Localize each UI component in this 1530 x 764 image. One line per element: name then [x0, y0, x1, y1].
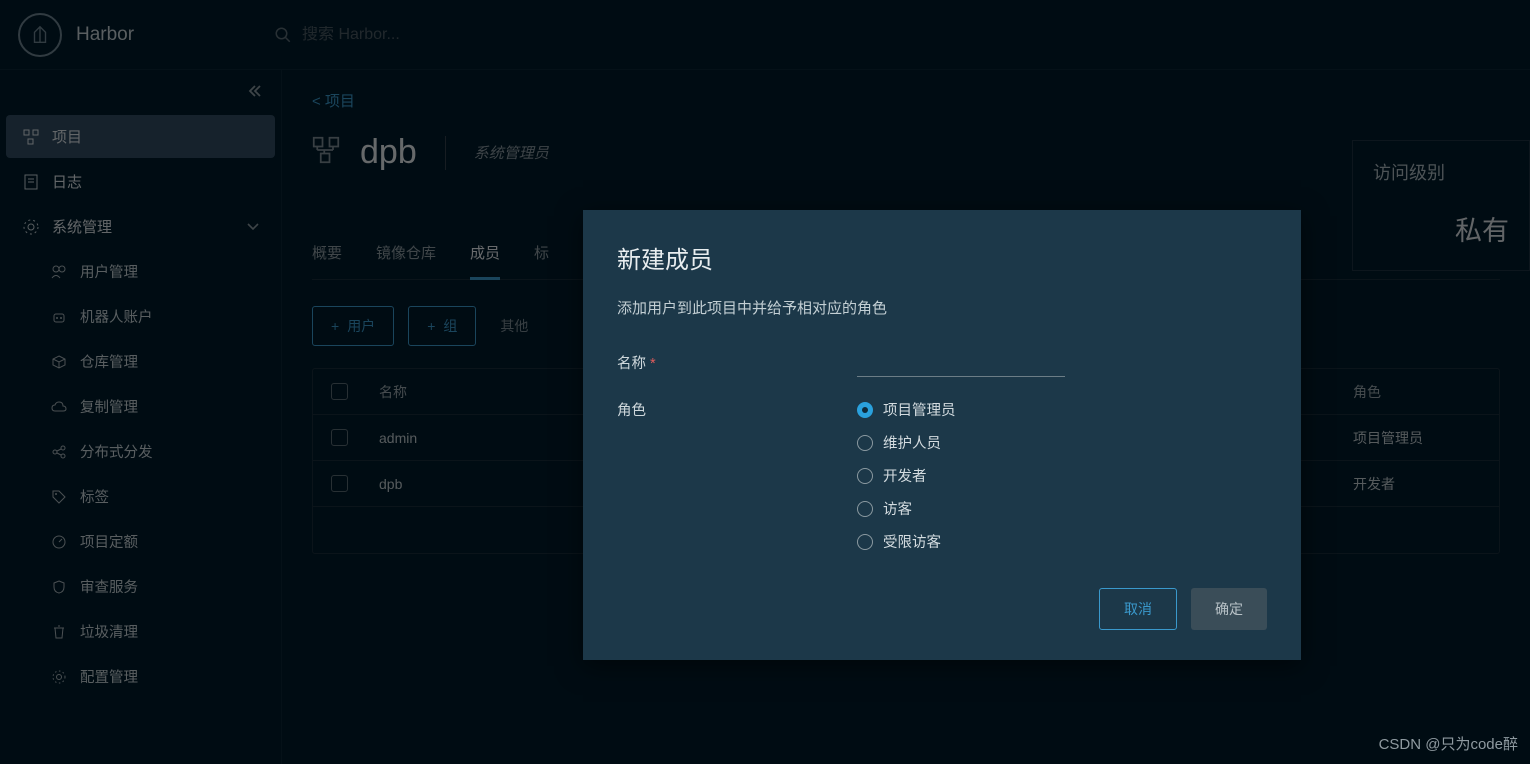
role-option-guest[interactable]: 访客 [857, 498, 1267, 519]
radio-icon [857, 402, 873, 418]
radio-icon [857, 468, 873, 484]
role-option-admin[interactable]: 项目管理员 [857, 399, 1267, 420]
role-field-label: 角色 [617, 399, 857, 552]
new-member-modal: 新建成员 添加用户到此项目中并给予相对应的角色 名称* 角色 项目管理员 维护人… [583, 210, 1301, 660]
modal-title: 新建成员 [617, 240, 1267, 275]
radio-icon [857, 435, 873, 451]
role-option-label: 项目管理员 [883, 399, 956, 420]
role-option-label: 维护人员 [883, 432, 941, 453]
radio-icon [857, 534, 873, 550]
role-option-label: 受限访客 [883, 531, 941, 552]
member-name-input[interactable] [857, 352, 1065, 377]
radio-icon [857, 501, 873, 517]
role-option-label: 开发者 [883, 465, 927, 486]
name-field-label: 名称* [617, 352, 857, 377]
modal-description: 添加用户到此项目中并给予相对应的角色 [617, 297, 1267, 318]
role-option-developer[interactable]: 开发者 [857, 465, 1267, 486]
cancel-button[interactable]: 取消 [1099, 588, 1177, 630]
confirm-button[interactable]: 确定 [1191, 588, 1267, 630]
watermark: CSDN @只为code醉 [1379, 733, 1518, 754]
role-option-label: 访客 [883, 498, 912, 519]
role-option-maintainer[interactable]: 维护人员 [857, 432, 1267, 453]
role-option-limited-guest[interactable]: 受限访客 [857, 531, 1267, 552]
role-radio-group: 项目管理员 维护人员 开发者 访客 受限访客 [857, 399, 1267, 552]
